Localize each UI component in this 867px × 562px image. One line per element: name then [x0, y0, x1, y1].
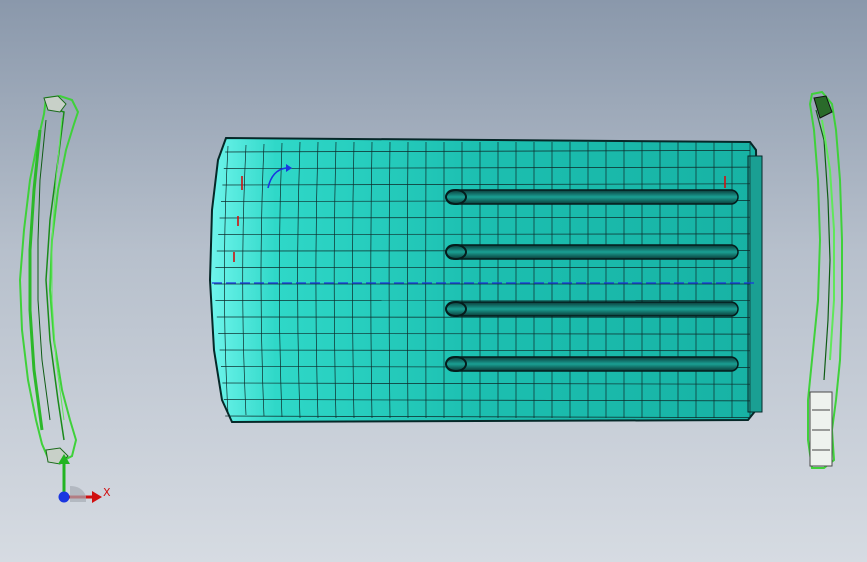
- slot-1[interactable]: [445, 189, 739, 205]
- roof-panel[interactable]: [208, 136, 763, 424]
- origin-icon: [58, 491, 70, 503]
- left-side-part[interactable]: [18, 94, 80, 465]
- coordinate-triad[interactable]: X: [58, 454, 111, 503]
- slot-3[interactable]: [445, 301, 739, 317]
- right-side-part[interactable]: [807, 90, 843, 469]
- x-axis-label: X: [103, 486, 111, 499]
- slot-2[interactable]: [445, 244, 739, 260]
- cad-viewport[interactable]: X: [0, 0, 867, 562]
- slot-4[interactable]: [445, 356, 739, 372]
